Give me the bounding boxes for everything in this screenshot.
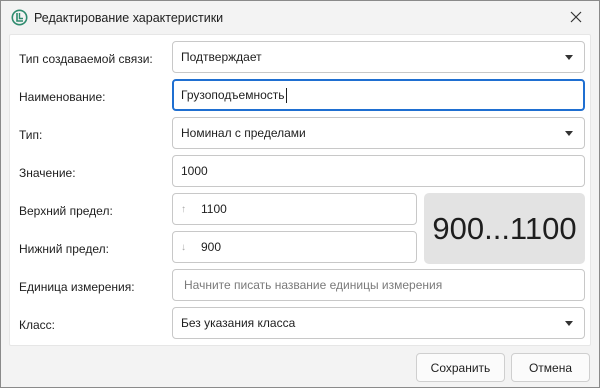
- class-label: Класс:: [19, 318, 55, 332]
- save-button[interactable]: Сохранить: [416, 353, 505, 382]
- close-button[interactable]: [561, 5, 591, 31]
- lower-limit-label: Нижний предел:: [19, 242, 109, 256]
- link-type-value: Подтверждает: [181, 50, 262, 64]
- type-label: Тип:: [19, 128, 43, 142]
- value-label: Значение:: [19, 166, 76, 180]
- close-icon: [570, 11, 582, 26]
- link-type-select[interactable]: Подтверждает: [172, 41, 585, 73]
- name-value: Грузоподъемность: [181, 88, 285, 102]
- text-cursor: [285, 87, 287, 103]
- value-input[interactable]: 1000: [172, 155, 585, 187]
- name-label: Наименование:: [19, 90, 106, 104]
- lower-limit-input[interactable]: ↓ 900: [172, 231, 417, 263]
- upper-limit-value: 1100: [201, 202, 227, 216]
- upper-limit-input[interactable]: ↑ 1100: [172, 193, 417, 225]
- chevron-down-icon: [565, 321, 573, 326]
- range-display: 900...1100: [424, 193, 585, 264]
- arrow-down-icon: ↓: [181, 241, 186, 253]
- dialog-window: Редактирование характеристики Тип создав…: [0, 0, 600, 388]
- chevron-down-icon: [565, 55, 573, 60]
- name-input[interactable]: Грузоподъемность: [172, 79, 585, 111]
- class-select[interactable]: Без указания класса: [172, 307, 585, 339]
- value-value: 1000: [181, 164, 208, 178]
- upper-limit-label: Верхний предел:: [19, 204, 113, 218]
- unit-input[interactable]: Начните писать название единицы измерени…: [172, 269, 585, 301]
- unit-label: Единица измерения:: [19, 280, 135, 294]
- window-title: Редактирование характеристики: [34, 11, 224, 25]
- form-panel: Тип создаваемой связи: Подтверждает Наим…: [9, 34, 591, 346]
- app-logo-icon: [11, 9, 28, 26]
- unit-placeholder: Начните писать название единицы измерени…: [184, 278, 443, 292]
- type-select[interactable]: Номинал с пределами: [172, 117, 585, 149]
- link-type-label: Тип создаваемой связи:: [19, 52, 153, 66]
- chevron-down-icon: [565, 131, 573, 136]
- class-value: Без указания класса: [181, 316, 296, 330]
- cancel-button[interactable]: Отмена: [511, 353, 590, 382]
- lower-limit-value: 900: [201, 240, 222, 254]
- arrow-up-icon: ↑: [181, 203, 186, 215]
- title-bar: Редактирование характеристики: [1, 1, 599, 34]
- type-value: Номинал с пределами: [181, 126, 306, 140]
